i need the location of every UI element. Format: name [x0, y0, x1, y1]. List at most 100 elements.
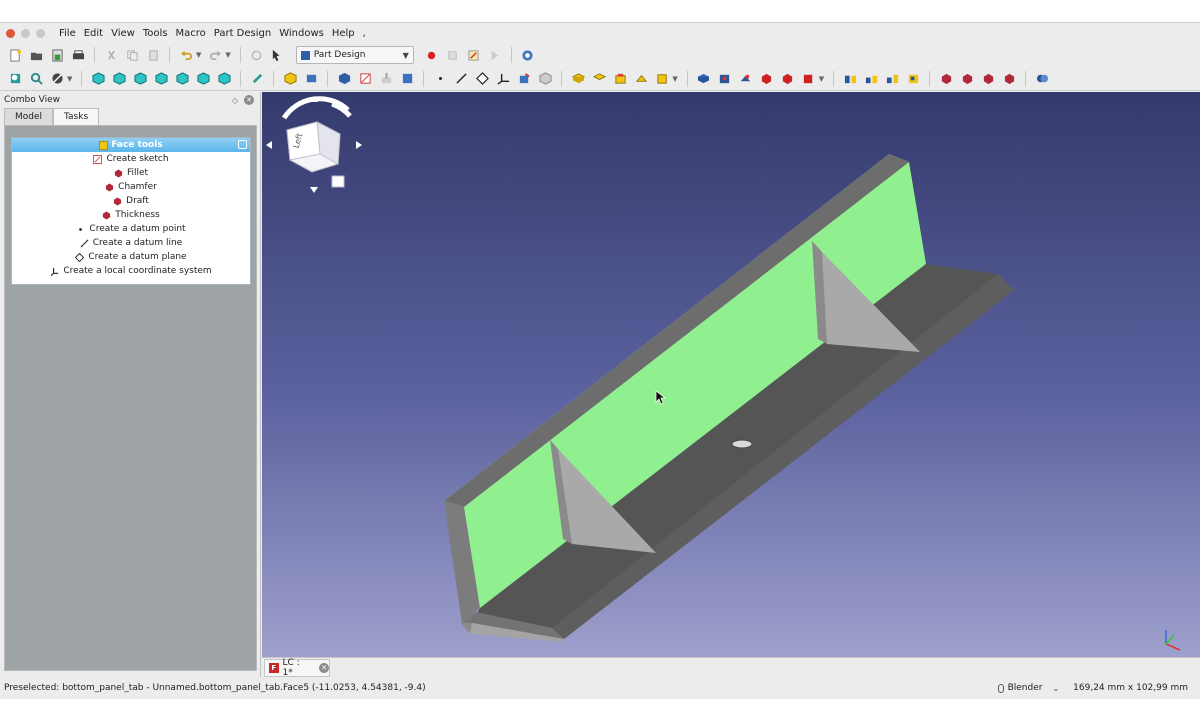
navcube-left-arrow[interactable]	[266, 141, 272, 149]
subtractive-primitive-button[interactable]	[800, 70, 818, 88]
menu-help[interactable]: Help	[328, 28, 359, 39]
revolution-button[interactable]	[590, 70, 608, 88]
undo-dropdown-icon[interactable]: ▼	[196, 51, 201, 59]
create-part-button[interactable]	[302, 70, 320, 88]
maximize-window-icon[interactable]	[36, 28, 45, 38]
new-sketch-button[interactable]	[356, 70, 374, 88]
additive-primitive-dropdown-icon[interactable]: ▼	[672, 75, 677, 83]
start-page-button[interactable]	[519, 46, 537, 64]
task-create-sketch[interactable]: Create sketch	[12, 152, 250, 166]
front-view-button[interactable]	[110, 70, 128, 88]
edit-macro-button[interactable]	[465, 46, 483, 64]
map-sketch-button[interactable]	[398, 70, 416, 88]
task-local-coordinate-system[interactable]: Create a local coordinate system	[12, 264, 250, 278]
fillet-button[interactable]	[937, 70, 955, 88]
pad-button[interactable]	[569, 70, 587, 88]
record-macro-button[interactable]	[423, 46, 441, 64]
bottom-view-button[interactable]	[194, 70, 212, 88]
clone-button[interactable]	[536, 70, 554, 88]
document-tab[interactable]: F LC : 1* ✕	[264, 658, 330, 678]
workbench-selector[interactable]: Part Design ▼	[295, 46, 414, 64]
navcube-rotate-right-arc[interactable]	[331, 101, 352, 118]
menu-file[interactable]: File	[55, 28, 80, 39]
print-button[interactable]	[69, 46, 87, 64]
task-datum-line[interactable]: Create a datum line	[12, 236, 250, 250]
new-document-button[interactable]	[6, 46, 24, 64]
navcube-mini-cube[interactable]	[331, 175, 345, 188]
task-datum-point[interactable]: Create a datum point	[12, 222, 250, 236]
shapebinder-button[interactable]	[515, 70, 533, 88]
subtractive-loft-button[interactable]	[758, 70, 776, 88]
menu-view[interactable]: View	[107, 28, 139, 39]
polar-pattern-button[interactable]	[883, 70, 901, 88]
whats-this-button[interactable]	[269, 46, 287, 64]
draw-style-button[interactable]	[48, 70, 66, 88]
create-body-button[interactable]	[281, 70, 299, 88]
3d-viewport[interactable]: Left	[262, 92, 1200, 657]
task-chamfer[interactable]: Chamfer	[12, 180, 250, 194]
tab-tasks[interactable]: Tasks	[53, 108, 100, 125]
tab-model[interactable]: Model	[4, 108, 54, 125]
collapse-icon[interactable]	[238, 140, 247, 149]
minimize-window-icon[interactable]	[21, 28, 30, 38]
menu-tools[interactable]: Tools	[139, 28, 172, 39]
close-window-icon[interactable]	[6, 28, 15, 38]
draft-button[interactable]	[979, 70, 997, 88]
top-view-button[interactable]	[131, 70, 149, 88]
additive-loft-button[interactable]	[611, 70, 629, 88]
3d-scene[interactable]: Left	[262, 92, 1200, 657]
float-panel-icon[interactable]: ◇	[232, 96, 238, 105]
task-datum-plane[interactable]: Create a datum plane	[12, 250, 250, 264]
right-view-button[interactable]	[152, 70, 170, 88]
copy-button[interactable]	[123, 46, 141, 64]
navcube-face-left[interactable]	[286, 121, 321, 161]
redo-button[interactable]	[206, 46, 224, 64]
task-fillet[interactable]: Fillet	[12, 166, 250, 180]
subtractive-primitive-dropdown-icon[interactable]: ▼	[819, 75, 824, 83]
menu-edit[interactable]: Edit	[80, 28, 107, 39]
fit-all-button[interactable]	[6, 70, 24, 88]
shape-binder-button[interactable]	[335, 70, 353, 88]
menu-macro[interactable]: Macro	[171, 28, 209, 39]
cut-button[interactable]	[102, 46, 120, 64]
task-draft[interactable]: Draft	[12, 194, 250, 208]
mirrored-button[interactable]	[841, 70, 859, 88]
mounting-hole[interactable]	[731, 439, 753, 449]
refresh-button[interactable]	[248, 46, 266, 64]
task-thickness[interactable]: Thickness	[12, 208, 250, 222]
datum-plane-button[interactable]	[473, 70, 491, 88]
left-view-button[interactable]	[215, 70, 233, 88]
local-cs-button[interactable]	[494, 70, 512, 88]
multitransform-button[interactable]	[904, 70, 922, 88]
close-tab-icon[interactable]: ✕	[319, 663, 329, 673]
paste-button[interactable]	[144, 46, 162, 64]
isometric-view-button[interactable]	[89, 70, 107, 88]
rear-view-button[interactable]	[173, 70, 191, 88]
face-tools-header[interactable]: Face tools	[12, 138, 250, 152]
additive-primitive-button[interactable]	[653, 70, 671, 88]
fit-selection-button[interactable]	[27, 70, 45, 88]
redo-dropdown-icon[interactable]: ▼	[225, 51, 230, 59]
draw-style-dropdown-icon[interactable]: ▼	[67, 75, 72, 83]
measure-button[interactable]	[248, 70, 266, 88]
subtractive-pipe-button[interactable]	[779, 70, 797, 88]
stop-macro-button[interactable]	[444, 46, 462, 64]
datum-point-button[interactable]	[431, 70, 449, 88]
menu-windows[interactable]: Windows	[275, 28, 328, 39]
navigation-style-selector[interactable]: Blender ⌄	[997, 683, 1059, 693]
menu-part-design[interactable]: Part Design	[210, 28, 275, 39]
run-macro-button[interactable]	[486, 46, 504, 64]
bracket-model[interactable]	[444, 154, 1014, 642]
undo-button[interactable]	[177, 46, 195, 64]
navcube-right-arrow[interactable]	[356, 141, 362, 149]
groove-button[interactable]	[737, 70, 755, 88]
navigation-cube[interactable]: Left	[266, 96, 362, 193]
navcube-down-arrow[interactable]	[310, 187, 318, 193]
thickness-button[interactable]	[1000, 70, 1018, 88]
chamfer-button[interactable]	[958, 70, 976, 88]
validate-sketch-button[interactable]	[377, 70, 395, 88]
datum-line-button[interactable]	[452, 70, 470, 88]
pocket-button[interactable]	[695, 70, 713, 88]
save-button[interactable]	[48, 46, 66, 64]
boolean-button[interactable]	[1033, 70, 1051, 88]
